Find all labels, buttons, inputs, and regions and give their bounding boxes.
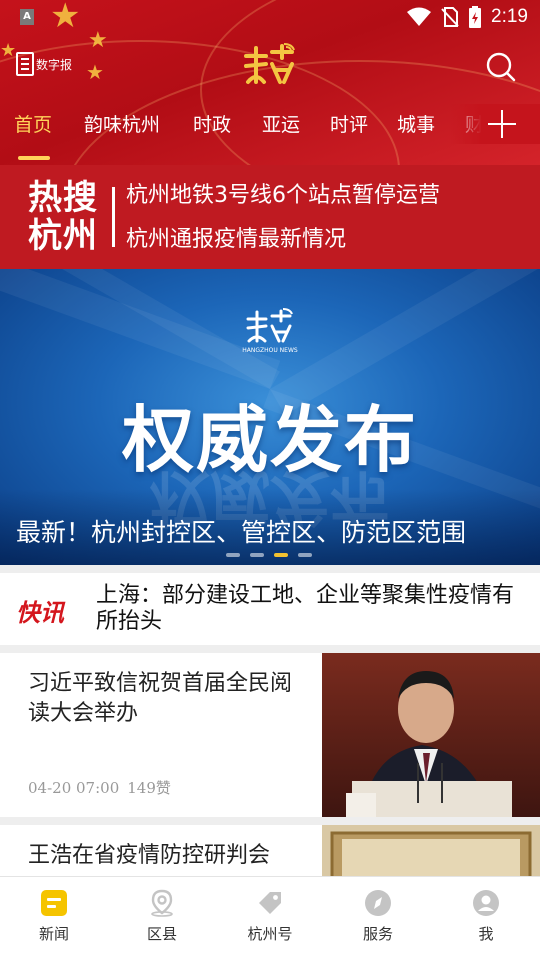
carousel-dot[interactable] (250, 553, 264, 557)
clock: 2:19 (491, 6, 528, 27)
digital-newspaper-label: 数字报 (36, 57, 73, 72)
location-pin-icon (151, 889, 173, 917)
tab-city[interactable]: 城事 (397, 110, 435, 137)
tab-home[interactable]: 首页 (14, 110, 52, 137)
tab-charm-hangzhou[interactable]: 韵味杭州 (84, 110, 160, 137)
carousel-dot-active[interactable] (274, 553, 288, 557)
hot-search-label-line1: 热搜 (28, 178, 98, 218)
divider (112, 187, 115, 247)
nav-label: 我 (478, 925, 494, 943)
hot-search-panel: 热搜 杭州 杭州地铁3号线6个站点暂停运营 杭州通报疫情最新情况 (0, 165, 540, 269)
news-thumbnail[interactable] (322, 653, 540, 817)
logo-caption: HANGZHOU NEWS (242, 347, 298, 354)
hot-search-label: 热搜 杭州 (28, 179, 98, 255)
flash-news-bar[interactable]: 快讯 上海：部分建设工地、企业等聚集性疫情有所抬头 (0, 573, 540, 645)
nav-hangzhou-account[interactable]: 杭州号 (216, 877, 324, 960)
tag-icon (259, 892, 281, 914)
hot-search-item[interactable]: 杭州地铁3号线6个站点暂停运营 (126, 177, 440, 209)
no-sim-icon (441, 7, 459, 27)
carousel-dot[interactable] (298, 553, 312, 557)
nav-districts[interactable]: 区县 (108, 877, 216, 960)
news-card-title[interactable]: 习近平致信祝贺首届全民阅读大会举办 (28, 669, 300, 729)
add-channel-button[interactable] (488, 110, 516, 138)
hot-search-item[interactable]: 杭州通报疫情最新情况 (126, 221, 346, 253)
digital-newspaper-button[interactable]: 数字报 (16, 52, 72, 76)
news-card-title[interactable]: 王浩在省疫情防控研判会 (28, 841, 300, 871)
hangzhou-logo (244, 43, 295, 84)
nav-label: 新闻 (38, 925, 69, 943)
flash-news-label: 快讯 (16, 599, 64, 627)
tab-commentary[interactable]: 时评 (330, 110, 368, 137)
carousel-indicator (226, 553, 312, 557)
news-card[interactable]: 习近平致信祝贺首届全民阅读大会举办 04-20 07:00 149赞 (0, 653, 540, 817)
battery-icon (469, 6, 482, 28)
nav-services[interactable]: 服务 (324, 877, 432, 960)
headline-carousel[interactable]: HANGZHOU NEWS 权威发布 权威发布 最新！杭州封控区、管控区、防范区… (0, 269, 540, 565)
tab-politics[interactable]: 时政 (193, 110, 231, 137)
nav-label: 区县 (146, 925, 177, 943)
search-icon[interactable] (486, 52, 516, 82)
news-card-meta: 04-20 07:00 149赞 (28, 777, 171, 798)
hot-search-label-line2: 杭州 (28, 216, 98, 256)
wifi-icon (407, 7, 432, 26)
channel-tabs: 首页 韵味杭州 时政 亚运 时评 城事 财 (0, 104, 540, 160)
flash-news-text[interactable]: 上海：部分建设工地、企业等聚集性疫情有所抬头 (96, 583, 526, 635)
news-card-time: 04-20 07:00 (28, 779, 120, 797)
news-icon (41, 890, 67, 916)
top-bar: 数字报 (0, 40, 540, 96)
nav-me[interactable]: 我 (432, 877, 540, 960)
news-card-likes: 149赞 (127, 779, 171, 797)
hangzhou-news-logo: HANGZHOU NEWS (242, 308, 298, 354)
nav-news[interactable]: 新闻 (0, 877, 108, 960)
carousel-dot[interactable] (226, 553, 240, 557)
banner-caption[interactable]: 最新！杭州封控区、管控区、防范区范围 (16, 513, 466, 549)
bottom-navigation: 新闻 区县 杭州号 服务 我 (0, 876, 540, 960)
tab-asian-games[interactable]: 亚运 (262, 110, 300, 137)
user-icon (473, 890, 499, 916)
newspaper-icon (16, 52, 34, 76)
app-notification-icon: A (20, 9, 34, 25)
status-bar: A 2:19 (0, 0, 540, 36)
nav-label: 服务 (362, 925, 393, 943)
app-header: ★ ★ ★ ★ A 2:19 数字报 首页 韵味杭州 时政 亚运 时评 城事 (0, 0, 540, 165)
active-tab-indicator (18, 156, 50, 160)
nav-label: 杭州号 (247, 925, 293, 943)
compass-icon (365, 890, 391, 916)
